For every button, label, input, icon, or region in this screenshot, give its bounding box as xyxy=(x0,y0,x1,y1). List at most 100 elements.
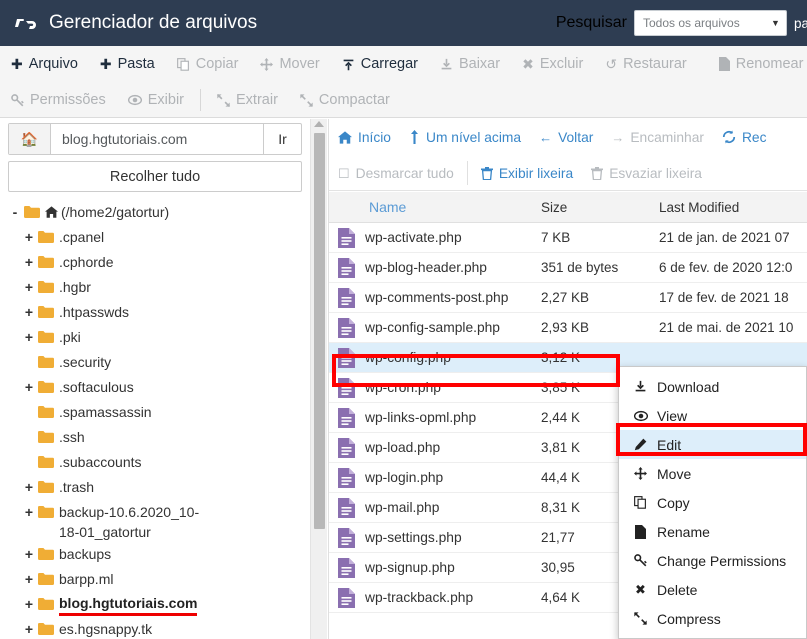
context-menu-item-move[interactable]: Move xyxy=(619,459,806,488)
collapse-toggle-icon[interactable]: - xyxy=(8,201,22,223)
tree-item-backup-10.6.2020-10-18-01-gatortur[interactable]: + backup-10.6.2020_10-18-01_gatortur xyxy=(8,501,300,543)
expand-toggle-icon[interactable]: + xyxy=(22,226,36,248)
file-toolbar-button-label: Exibir lixeira xyxy=(498,165,574,181)
table-row[interactable]: wp-blog-header.php 351 de bytes 6 de fev. … xyxy=(329,253,807,283)
context-menu-item-edit[interactable]: Edit xyxy=(619,430,806,459)
expand-toggle-icon[interactable]: + xyxy=(22,568,36,590)
tree-item-.hgbr[interactable]: + .hgbr xyxy=(8,276,300,301)
tree-item--home2-gatortur-[interactable]: - (/home2/gatortur) xyxy=(8,201,300,226)
file-icon xyxy=(337,437,356,459)
scroll-up-arrow-icon[interactable] xyxy=(314,121,324,127)
expand-toggle-icon[interactable]: + xyxy=(22,301,36,323)
toolbar-button-label: Carregar xyxy=(360,56,418,72)
tree-item-.htpasswds[interactable]: + .htpasswds xyxy=(8,301,300,326)
search-scope-select[interactable]: Todos os arquivos ▼ xyxy=(633,10,787,36)
toolbar-button-arquivo[interactable]: ✚ Arquivo xyxy=(0,46,89,82)
file-name-cell[interactable]: wp-config-sample.php xyxy=(329,317,541,339)
context-menu-item-view[interactable]: View xyxy=(619,401,806,430)
home-icon[interactable]: 🏠 xyxy=(9,124,51,154)
tree-item-.softaculous[interactable]: + .softaculous xyxy=(8,376,300,401)
folder-icon xyxy=(38,593,54,610)
expand-toggle-icon[interactable]: + xyxy=(22,593,36,615)
file-toolbar-button-label: Esvaziar lixeira xyxy=(609,165,702,181)
expand-toggle-icon[interactable]: + xyxy=(22,476,36,498)
file-name-cell[interactable]: wp-links-opml.php xyxy=(329,407,541,429)
compress-icon xyxy=(633,612,648,625)
column-header-size[interactable]: Size xyxy=(541,200,659,215)
table-row[interactable]: wp-activate.php 7 KB 21 de jan. de 2021 07 xyxy=(329,223,807,253)
file-toolbar-button-exibir-lixeira[interactable]: Exibir lixeira xyxy=(472,156,582,190)
file-icon xyxy=(337,287,356,309)
file-name-cell[interactable]: wp-settings.php xyxy=(329,527,541,549)
tree-item-label: .trash xyxy=(59,479,95,495)
tree-item-barpp.ml[interactable]: + barpp.ml xyxy=(8,568,300,593)
expand-toggle-icon[interactable]: + xyxy=(22,543,36,565)
context-menu-item-change-permissions[interactable]: Change Permissions xyxy=(619,546,806,575)
file-name-cell[interactable]: wp-config.php xyxy=(329,347,541,369)
tree-item-label: blog.hgtutoriais.com xyxy=(59,593,198,616)
tree-item-.spamassassin[interactable]: .spamassassin xyxy=(8,401,300,426)
folder-icon xyxy=(38,276,54,293)
toolbar-button-label: Copiar xyxy=(195,56,239,72)
expand-toggle-icon[interactable]: + xyxy=(22,376,36,398)
table-row[interactable]: wp-comments-post.php 2,27 KB 17 de fev. de… xyxy=(329,283,807,313)
column-header-name[interactable]: Name xyxy=(329,199,541,215)
folder-icon xyxy=(38,568,54,585)
tree-item-.security[interactable]: .security xyxy=(8,351,300,376)
tree-item-label: (/home2/gatortur) xyxy=(61,204,170,220)
compress-icon xyxy=(300,93,313,107)
file-name-label: wp-links-opml.php xyxy=(365,410,477,425)
file-toolbar-button-voltar[interactable]: ← Voltar xyxy=(530,120,602,154)
checkbox-empty-icon: ☐ xyxy=(338,165,350,181)
go-button[interactable]: Ir xyxy=(263,124,301,154)
context-menu-item-copy[interactable]: Copy xyxy=(619,488,806,517)
context-menu-item-rename[interactable]: Rename xyxy=(619,517,806,546)
expand-toggle-icon[interactable]: + xyxy=(22,618,36,639)
context-menu-item-delete[interactable]: ✖ Delete xyxy=(619,575,806,604)
file-name-cell[interactable]: wp-signup.php xyxy=(329,557,541,579)
expand-toggle-icon[interactable]: + xyxy=(22,251,36,273)
tree-item-.trash[interactable]: + .trash xyxy=(8,476,300,501)
download-icon xyxy=(633,380,648,393)
tree-item-backups[interactable]: + backups xyxy=(8,543,300,568)
column-header-last-modified[interactable]: Last Modified xyxy=(659,200,807,215)
cpanel-logo-icon xyxy=(13,10,39,36)
tree-item-es.hgsnappy.tk[interactable]: + es.hgsnappy.tk xyxy=(8,618,300,639)
tree-item-.ssh[interactable]: .ssh xyxy=(8,426,300,451)
file-name-cell[interactable]: wp-cron.php xyxy=(329,377,541,399)
file-name-cell[interactable]: wp-trackback.php xyxy=(329,587,541,609)
toolbar-button-pasta[interactable]: ✚ Pasta xyxy=(89,46,166,82)
path-bar: 🏠 blog.hgtutoriais.com Ir xyxy=(8,123,302,155)
file-name-cell[interactable]: wp-comments-post.php xyxy=(329,287,541,309)
file-name-cell[interactable]: wp-login.php xyxy=(329,467,541,489)
file-toolbar-button-in-cio[interactable]: Início xyxy=(329,120,400,154)
tree-item-.cpanel[interactable]: + .cpanel xyxy=(8,226,300,251)
tree-item-label: .cpanel xyxy=(59,229,105,245)
path-input[interactable]: blog.hgtutoriais.com xyxy=(51,124,263,154)
file-size-cell: 2,93 KB xyxy=(541,320,590,335)
file-name-cell[interactable]: wp-mail.php xyxy=(329,497,541,519)
scrollbar-thumb[interactable] xyxy=(314,133,325,529)
expand-toggle-icon[interactable]: + xyxy=(22,326,36,348)
context-menu-item-compress[interactable]: Compress xyxy=(619,604,806,633)
sidebar-scrollbar[interactable] xyxy=(310,119,327,639)
tree-item-.subaccounts[interactable]: .subaccounts xyxy=(8,451,300,476)
plus-icon: ✚ xyxy=(11,56,23,72)
table-row[interactable]: wp-config-sample.php 2,93 KB 21 de mai. de… xyxy=(329,313,807,343)
trash-icon xyxy=(591,166,604,180)
tree-item-.pki[interactable]: + .pki xyxy=(8,326,300,351)
file-toolbar-button-rec[interactable]: Rec xyxy=(713,120,776,154)
toolbar-button-carregar[interactable]: Carregar xyxy=(331,46,429,82)
toolbar-button-restaurar: ↺ Restaurar xyxy=(594,46,697,82)
tree-item-.cphorde[interactable]: + .cphorde xyxy=(8,251,300,276)
collapse-all-button[interactable]: Recolher tudo xyxy=(8,161,302,192)
expand-toggle-icon[interactable]: + xyxy=(22,276,36,298)
file-name-cell[interactable]: wp-load.php xyxy=(329,437,541,459)
expand-toggle-icon[interactable]: + xyxy=(22,501,36,523)
file-name-cell[interactable]: wp-blog-header.php xyxy=(329,257,541,279)
move-icon xyxy=(633,467,648,480)
context-menu-item-download[interactable]: Download xyxy=(619,372,806,401)
tree-item-blog.hgtutoriais.com[interactable]: + blog.hgtutoriais.com xyxy=(8,593,300,618)
file-name-cell[interactable]: wp-activate.php xyxy=(329,227,541,249)
file-toolbar-button-um-n-vel-acima[interactable]: Um nível acima xyxy=(400,120,530,154)
